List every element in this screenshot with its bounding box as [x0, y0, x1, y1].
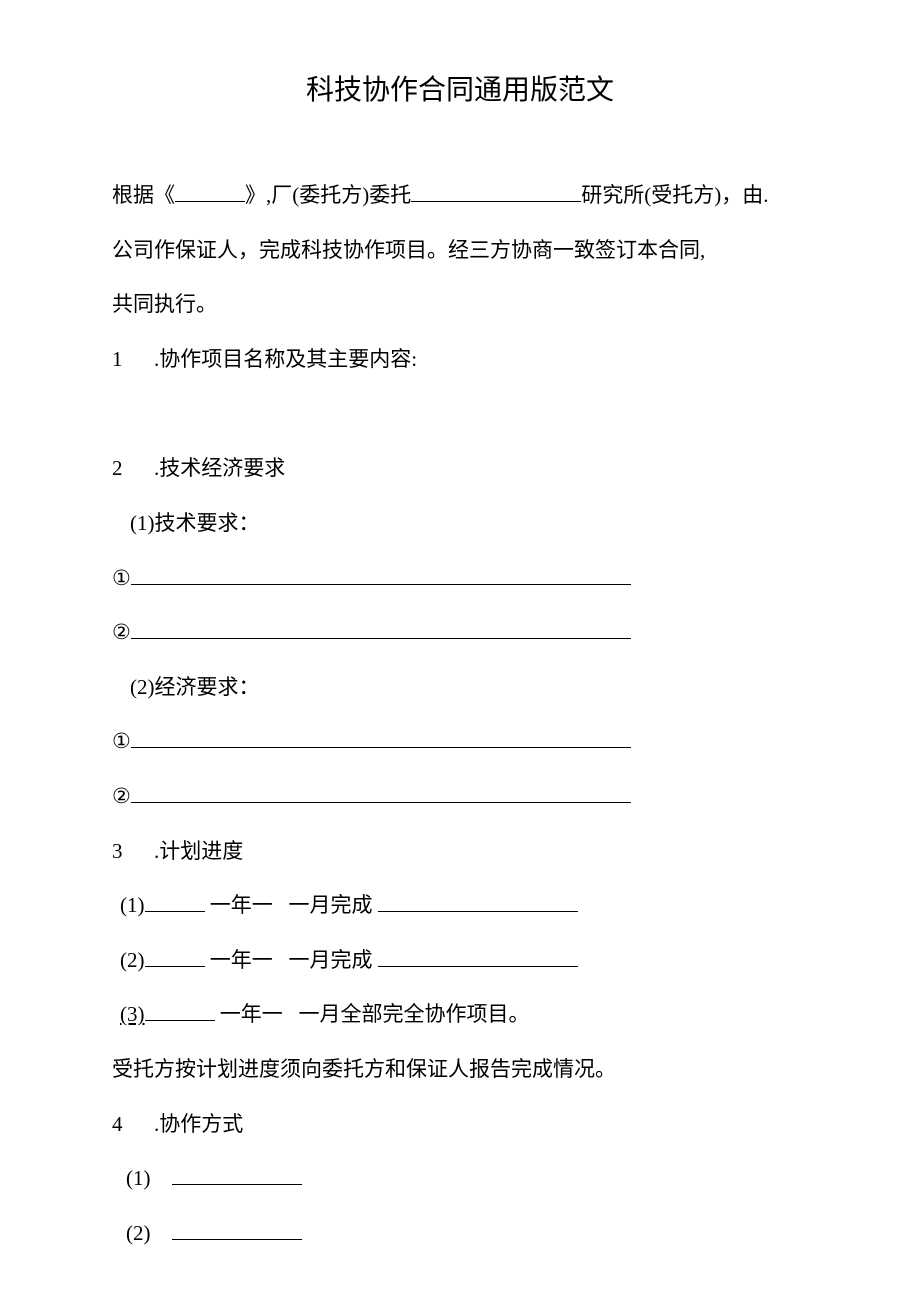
intro-l1-b: 》,厂(委托方)委托 — [245, 183, 411, 207]
blank-econ-1 — [131, 747, 631, 748]
s1-num: 1 — [112, 332, 154, 387]
intro-line-1: 根据《 》,厂(委托方)委托 研究所(受托方)，由. — [112, 168, 808, 223]
blank-basis — [175, 201, 245, 202]
s3-r2-c: 一月完成 — [289, 948, 373, 972]
intro-l1-a: 根据《 — [112, 183, 175, 207]
s2-label: .技术经济要求 — [154, 441, 285, 496]
blank-s4-2 — [172, 1239, 302, 1240]
blank-tech-1 — [131, 584, 631, 585]
section-1: 1.协作项目名称及其主要内容: — [112, 332, 808, 387]
s3-num: 3 — [112, 824, 154, 879]
intro-line-3: 共同执行。 — [112, 277, 808, 332]
s3-r3-a: (3) — [120, 1002, 145, 1026]
blank-s4-1 — [172, 1184, 302, 1185]
s2-econ-1: ① — [112, 714, 808, 769]
intro-l1-c: 研究所(受托方)，由. — [581, 183, 768, 207]
blank-r3-yr — [145, 1020, 215, 1021]
s3-row-2: (2) 一年一 一月完成 — [112, 933, 808, 988]
page-title: 科技协作合同通用版范文 — [112, 68, 808, 108]
s4-i2: (2) — [126, 1221, 151, 1245]
blank-r1-task — [378, 911, 578, 912]
circ-1: ① — [112, 566, 131, 590]
s2-num: 2 — [112, 441, 154, 496]
s2-econ-label: (2)经济要求： — [112, 660, 808, 715]
s3-r1-c: 一月完成 — [289, 893, 373, 917]
s2-tech-2: ② — [112, 605, 808, 660]
blank-r2-task — [378, 966, 578, 967]
document-body: 根据《 》,厂(委托方)委托 研究所(受托方)，由. 公司作保证人，完成科技协作项目… — [112, 168, 808, 1260]
s4-item-1: (1) — [112, 1151, 808, 1206]
s2-tech-1: ① — [112, 551, 808, 606]
s3-note: 受托方按计划进度须向委托方和保证人报告完成情况。 — [112, 1042, 808, 1097]
s1-label: .协作项目名称及其主要内容: — [154, 332, 417, 387]
s3-r1-b: 一年一 — [210, 893, 273, 917]
section-2: 2.技术经济要求 — [112, 441, 808, 496]
circ-4: ② — [112, 784, 131, 808]
intro-line-2: 公司作保证人，完成科技协作项目。经三方协商一致签订本合同, — [112, 223, 808, 278]
s2-econ-2: ② — [112, 769, 808, 824]
blank-r2-yr — [145, 966, 205, 967]
s3-row-3: (3) 一年一 一月全部完全协作项目。 — [112, 987, 808, 1042]
s2-tech-label: (1)技术要求： — [112, 496, 808, 551]
s3-r2-a: (2) — [120, 948, 145, 972]
s4-item-2: (2) — [112, 1206, 808, 1261]
s3-r3-c: 一月全部完全协作项目。 — [299, 1002, 530, 1026]
s3-r3-b: 一年一 — [220, 1002, 283, 1026]
s4-i1: (1) — [126, 1166, 151, 1190]
blank-institute — [411, 201, 581, 202]
blank-econ-2 — [131, 802, 631, 803]
section-3: 3.计划进度 — [112, 824, 808, 879]
s3-r1-a: (1) — [120, 893, 145, 917]
blank-tech-2 — [131, 638, 631, 639]
s3-label: .计划进度 — [154, 824, 243, 879]
circ-2: ② — [112, 620, 131, 644]
section-4: 4.协作方式 — [112, 1097, 808, 1152]
blank-r1-yr — [145, 911, 205, 912]
s3-row-1: (1) 一年一 一月完成 — [112, 878, 808, 933]
circ-3: ① — [112, 729, 131, 753]
s3-r2-b: 一年一 — [210, 948, 273, 972]
s4-num: 4 — [112, 1097, 154, 1152]
s4-label: .协作方式 — [154, 1097, 243, 1152]
